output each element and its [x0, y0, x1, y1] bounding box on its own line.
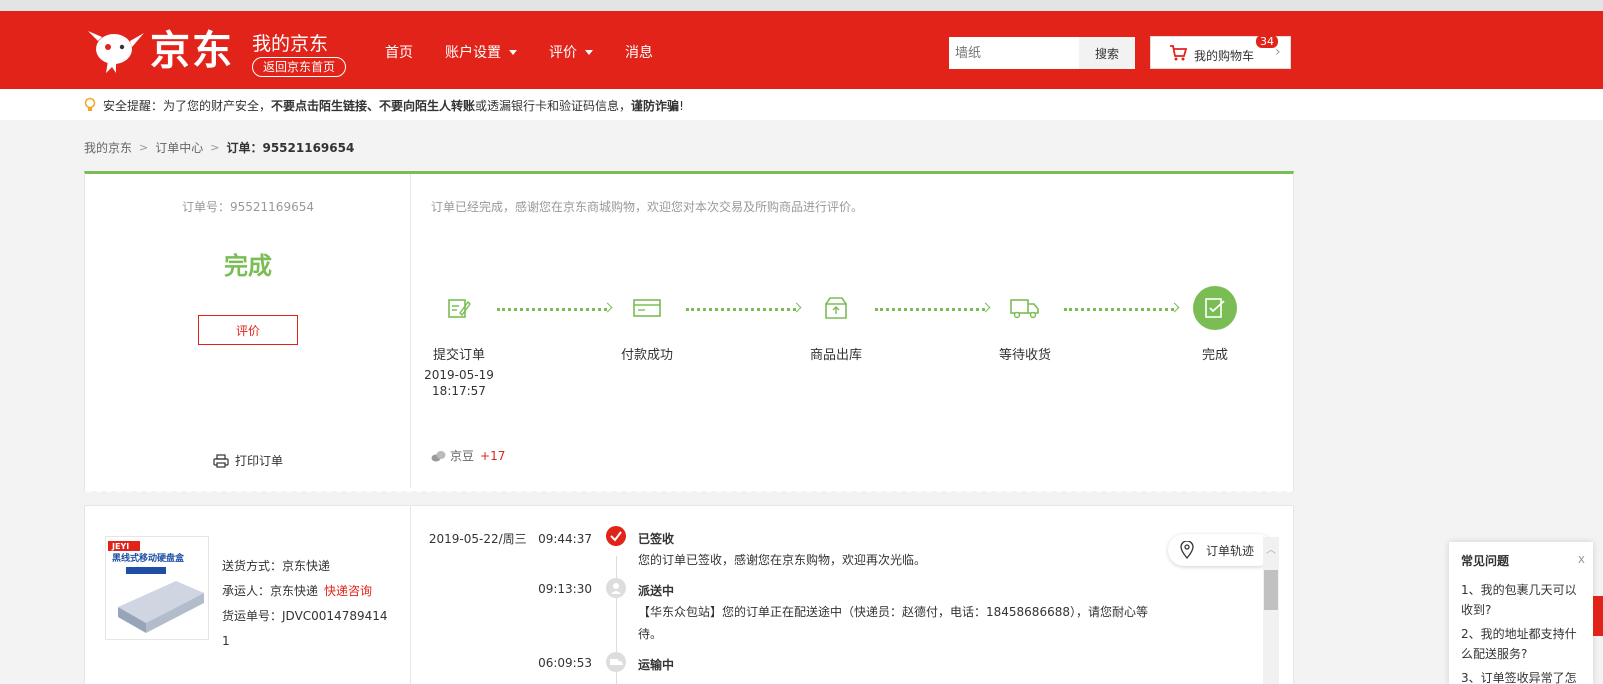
- breadcrumb-order-center[interactable]: 订单中心: [155, 139, 203, 156]
- completion-message: 订单已经完成，感谢您在京东商城购物，欢迎您对本次交易及所购商品进行评价。: [431, 200, 864, 214]
- chevron-down-icon: [585, 49, 593, 55]
- svg-text:JEYI: JEYI: [111, 542, 129, 551]
- tracking-number-cont: 1: [222, 634, 230, 648]
- printer-icon: [213, 453, 229, 468]
- nav-account-settings[interactable]: 账户设置: [445, 42, 517, 62]
- timeline-date: 2019-05-22/周三 09:44:37: [428, 532, 592, 546]
- main-nav: 首页 账户设置 评价 消息: [385, 42, 685, 62]
- chevron-right-icon: ›: [1275, 44, 1281, 60]
- faq-item[interactable]: 1、我的包裹几天可以收到?: [1461, 580, 1585, 620]
- timeline-desc: 【华东众包站】您的订单正在配送途中（快递员：赵德付，电话：18458686688…: [638, 605, 1148, 641]
- back-home-link[interactable]: 返回京东首页: [252, 57, 346, 77]
- beans-icon: [431, 450, 446, 461]
- product-image: JEYI 黑线式移动硬盘盒: [106, 537, 208, 639]
- transit-truck-icon: [606, 652, 626, 672]
- joy-dog-logo-icon: [88, 31, 144, 73]
- search-input[interactable]: [949, 37, 1079, 69]
- nav-messages[interactable]: 消息: [625, 42, 653, 62]
- tracking-number: 货运单号：JDVC0014789414: [222, 609, 388, 623]
- timeline-scrollbar[interactable]: ︿: [1263, 537, 1279, 684]
- security-notice-text: 安全提醒：为了您的财产安全，不要点击陌生链接、不要向陌生人转账或透漏银行卡和验证…: [103, 99, 684, 113]
- step-submit-order: 提交订单 2019-05-19 18:17:57: [419, 286, 499, 399]
- shipping-info: 送货方式：京东快递 承运人：京东快递 快递咨询 货运单号：JDVC00147894…: [222, 554, 388, 654]
- courier-icon: [606, 578, 626, 598]
- order-summary: 订单号：95521169654 完成 评价 打印订单: [85, 174, 411, 491]
- chevron-right-icon: >: [139, 141, 149, 154]
- breadcrumb: 我的京东 > 订单中心 > 订单：95521169654: [84, 139, 354, 156]
- order-status: 完成: [224, 252, 272, 280]
- faq-title: 常见问题: [1461, 554, 1510, 568]
- scrollbar-thumb[interactable]: [1264, 570, 1278, 610]
- chevron-up-icon[interactable]: ︿: [1266, 541, 1276, 556]
- faq-panel: 常见问题 x 1、我的包裹几天可以收到? 2、我的地址都支持什么配送服务? 3、…: [1449, 542, 1593, 684]
- delivery-truck-icon: [1010, 299, 1039, 319]
- security-notice: 安全提醒：为了您的财产安全，不要点击陌生链接、不要向陌生人转账或透漏银行卡和验证…: [0, 89, 1603, 120]
- step-connector: [875, 308, 985, 311]
- print-order-link[interactable]: 打印订单: [213, 452, 283, 469]
- timeline-desc: 您的订单已签收，感谢您在京东购物，欢迎再次光临。: [638, 553, 927, 567]
- top-utility-bar: [0, 0, 1603, 11]
- location-pin-icon: [1180, 541, 1194, 559]
- close-icon[interactable]: x: [1578, 552, 1585, 566]
- nav-home[interactable]: 首页: [385, 42, 413, 62]
- jd-logo[interactable]: 京东: [86, 27, 236, 77]
- brand-name: 京东: [150, 27, 234, 74]
- faq-item[interactable]: 2、我的地址都支持什么配送服务?: [1461, 624, 1585, 664]
- shipping-panel: JEYI 黑线式移动硬盘盒 送货方式：京东快递 承运人：京东快递 快递咨询 货运单…: [84, 505, 1294, 684]
- order-number: 订单号：95521169654: [182, 200, 314, 214]
- my-jd-title: 我的京东: [252, 33, 329, 55]
- timeline-status: 已签收: [638, 532, 675, 546]
- chevron-right-icon: >: [210, 141, 220, 154]
- svg-text:黑线式移动硬盘盒: 黑线式移动硬盘盒: [112, 552, 185, 564]
- timeline-date: 06:09:53: [538, 656, 592, 670]
- search-button[interactable]: 搜索: [1079, 37, 1135, 69]
- courier-inquiry-link[interactable]: 快递咨询: [324, 584, 372, 598]
- review-button[interactable]: 评价: [198, 315, 298, 345]
- breadcrumb-current: 订单：95521169654: [226, 141, 355, 155]
- lightbulb-icon: [84, 97, 96, 111]
- shopping-cart-icon: [1170, 45, 1187, 61]
- payment-icon: [633, 299, 661, 317]
- step-connector: [686, 308, 796, 311]
- complete-check-icon: [1205, 298, 1225, 318]
- chevron-down-icon: [509, 49, 517, 55]
- faq-item[interactable]: 3、订单签收异常了怎: [1461, 668, 1585, 684]
- step-payment: 付款成功: [607, 286, 687, 363]
- submit-order-icon: [448, 299, 471, 318]
- shipping-method: 送货方式：京东快递: [222, 559, 331, 573]
- product-thumbnail[interactable]: JEYI 黑线式移动硬盘盒: [105, 536, 209, 640]
- timeline-status: 派送中: [638, 584, 675, 598]
- breadcrumb-my-jd[interactable]: 我的京东: [84, 139, 132, 156]
- signed-check-icon: [606, 526, 626, 546]
- step-outbound: 商品出库: [796, 286, 876, 363]
- side-tab[interactable]: [1593, 596, 1603, 636]
- step-complete: 完成: [1175, 286, 1255, 363]
- timeline-status: 运输中: [638, 658, 675, 672]
- step-awaiting-delivery: 等待收货: [985, 286, 1065, 363]
- carrier-row: 承运人：京东快递 快递咨询: [222, 584, 373, 598]
- cart-button[interactable]: 我的购物车 34 ›: [1150, 35, 1291, 69]
- panel-zigzag-edge: [84, 488, 1294, 496]
- shipping-summary: JEYI 黑线式移动硬盘盒 送货方式：京东快递 承运人：京东快递 快递咨询 货运单…: [85, 506, 411, 684]
- cart-label: 我的购物车: [1194, 49, 1255, 63]
- outbound-box-icon: [825, 297, 847, 319]
- site-header: 京东 我的京东 返回京东首页 首页 账户设置 评价 消息 搜索 我的购物车 34…: [0, 11, 1603, 89]
- jd-beans-reward: 京豆 +17: [431, 447, 505, 464]
- order-status-panel: 订单号：95521169654 完成 评价 打印订单 订单已经完成，感谢您在京东…: [84, 171, 1294, 491]
- step-connector: [497, 308, 607, 311]
- step-connector: [1064, 308, 1174, 311]
- order-tracking-button[interactable]: 订单轨迹: [1168, 534, 1274, 566]
- timeline-date: 09:13:30: [538, 582, 592, 596]
- nav-reviews[interactable]: 评价: [549, 42, 593, 62]
